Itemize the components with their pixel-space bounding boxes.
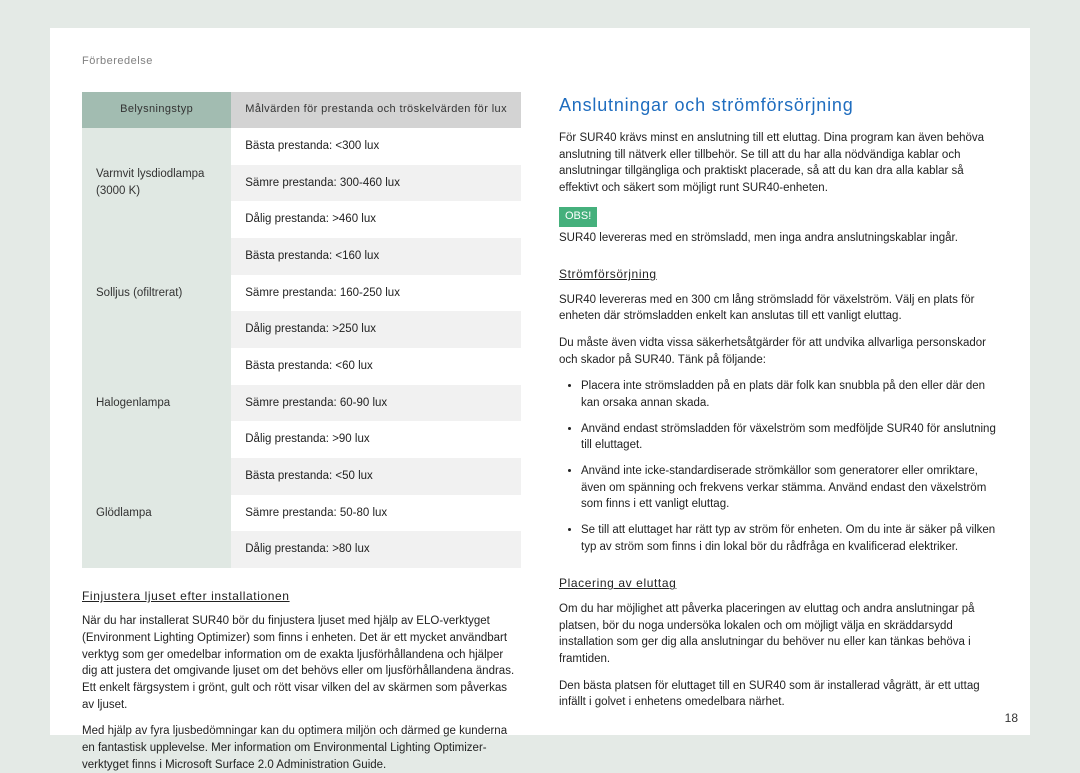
paragraph: När du har installerat SUR40 bör du finj… [82,613,521,713]
lighting-value-cell: Bästa prestanda: <60 lux [231,348,521,385]
table-header-values: Målvärden för prestanda och tröskelvärde… [231,92,521,128]
right-column: Anslutningar och strömförsörjning För SU… [559,92,998,773]
lighting-value-cell: Bästa prestanda: <160 lux [231,238,521,275]
right-subheading-1: Strömförsörjning [559,266,998,283]
page-root: Förberedelse Belysningstyp Målvärden för… [0,0,1080,763]
list-item: Placera inte strömsladden på en plats dä… [581,378,998,411]
lighting-table: Belysningstyp Målvärden för prestanda oc… [82,92,521,568]
lighting-type-cell: Halogenlampa [82,348,231,458]
note-text: SUR40 levereras med en strömsladd, men i… [559,230,998,247]
right-subheading-2: Placering av eluttag [559,575,998,592]
page-number: 18 [1005,710,1018,727]
note-block: OBS! SUR40 levereras med en strömsladd, … [559,207,998,247]
lighting-value-cell: Sämre prestanda: 50-80 lux [231,495,521,532]
table-header-type: Belysningstyp [82,92,231,128]
safety-bullet-list: Placera inte strömsladden på en plats dä… [559,378,998,555]
breadcrumb: Förberedelse [82,54,998,70]
list-item: Använd endast strömsladden för växelströ… [581,421,998,454]
paragraph: Med hjälp av fyra ljusbedömningar kan du… [82,723,521,773]
left-subheading-1: Finjustera ljuset efter installationen [82,588,521,605]
section-title: Anslutningar och strömförsörjning [559,92,998,118]
lighting-type-cell: Varmvit lysdiodlampa (3000 K) [82,128,231,238]
lighting-value-cell: Dålig prestanda: >250 lux [231,311,521,348]
list-item: Se till att eluttaget har rätt typ av st… [581,522,998,555]
lighting-type-cell: Solljus (ofiltrerat) [82,238,231,348]
lighting-value-cell: Sämre prestanda: 300-460 lux [231,165,521,202]
table-row: Varmvit lysdiodlampa (3000 K) Bästa pres… [82,128,521,165]
table-row: Solljus (ofiltrerat) Bästa prestanda: <1… [82,238,521,275]
left-column: Belysningstyp Målvärden för prestanda oc… [82,92,521,773]
table-row: Halogenlampa Bästa prestanda: <60 lux [82,348,521,385]
lighting-type-cell: Glödlampa [82,458,231,568]
paragraph: SUR40 levereras med en 300 cm lång ström… [559,292,998,325]
page-sheet: Förberedelse Belysningstyp Målvärden för… [50,28,1030,735]
paragraph: Om du har möjlighet att påverka placerin… [559,601,998,668]
paragraph: Du måste även vidta vissa säkerhetsåtgär… [559,335,998,368]
lighting-value-cell: Sämre prestanda: 60-90 lux [231,385,521,422]
paragraph: För SUR40 krävs minst en anslutning till… [559,130,998,197]
list-item: Använd inte icke-standardiserade strömkä… [581,463,998,513]
page-content: Förberedelse Belysningstyp Målvärden för… [50,28,1030,735]
lighting-value-cell: Bästa prestanda: <300 lux [231,128,521,165]
note-badge: OBS! [559,207,597,227]
lighting-value-cell: Bästa prestanda: <50 lux [231,458,521,495]
table-row: Glödlampa Bästa prestanda: <50 lux [82,458,521,495]
paragraph: Den bästa platsen för eluttaget till en … [559,678,998,711]
lighting-value-cell: Dålig prestanda: >460 lux [231,201,521,238]
lighting-value-cell: Dålig prestanda: >80 lux [231,531,521,568]
lighting-value-cell: Sämre prestanda: 160-250 lux [231,275,521,312]
lighting-value-cell: Dålig prestanda: >90 lux [231,421,521,458]
two-column-layout: Belysningstyp Målvärden för prestanda oc… [82,92,998,773]
